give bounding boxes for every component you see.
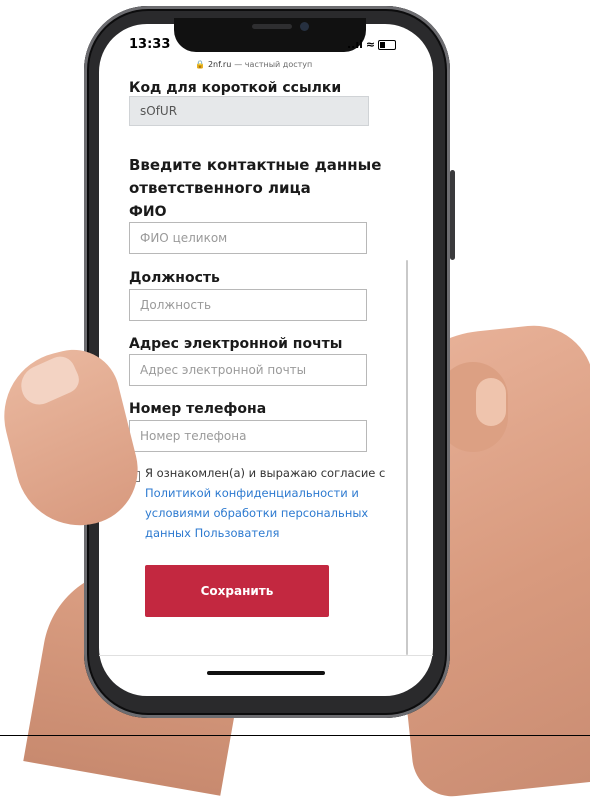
data-processing-link[interactable]: условиями обработки персональных — [145, 506, 368, 520]
short-code-field: sOfUR — [129, 96, 369, 126]
contact-heading: Введите контактные данные ответственного… — [129, 156, 382, 197]
status-time: 13:33 — [129, 37, 171, 52]
url-bar[interactable]: 🔒 2nf.ru — частный доступ — [195, 60, 312, 69]
privacy-policy-link[interactable]: Политикой конфиденциальности и — [145, 486, 359, 500]
signal-icon: ..ıl — [347, 38, 363, 51]
wifi-icon: ≈ — [365, 38, 376, 51]
url-domain: 2nf.ru — [207, 60, 232, 69]
speaker-icon — [252, 24, 292, 29]
user-data-link[interactable]: данных Пользователя — [145, 526, 279, 540]
save-button[interactable]: Сохранить — [145, 565, 329, 617]
email-label: Адрес электронной почты — [129, 336, 343, 352]
home-indicator[interactable] — [207, 671, 325, 675]
phone-side-button — [450, 170, 455, 260]
short-code-label: Код для короткой ссылки — [129, 80, 342, 96]
lock-icon: 🔒 — [195, 60, 205, 69]
divider-line — [0, 735, 590, 736]
phone-label: Номер телефона — [129, 401, 267, 417]
battery-icon — [378, 39, 397, 50]
private-mode-label: — частный доступ — [234, 60, 313, 69]
full-name-input[interactable]: ФИО целиком — [129, 222, 367, 254]
hand-finger-tip — [476, 378, 506, 426]
full-name-label: ФИО — [129, 204, 167, 220]
consent-text: Я ознакомлен(а) и выражаю согласие с — [145, 466, 386, 480]
position-input[interactable]: Должность — [129, 289, 367, 321]
position-label: Должность — [129, 270, 220, 286]
camera-icon — [300, 22, 309, 31]
page-divider — [99, 655, 433, 656]
email-input[interactable]: Адрес электронной почты — [129, 354, 367, 386]
status-icons: ..ıl ≈ — [347, 38, 397, 51]
phone-input[interactable]: Номер телефона — [129, 420, 367, 452]
scrollbar[interactable] — [406, 260, 408, 655]
